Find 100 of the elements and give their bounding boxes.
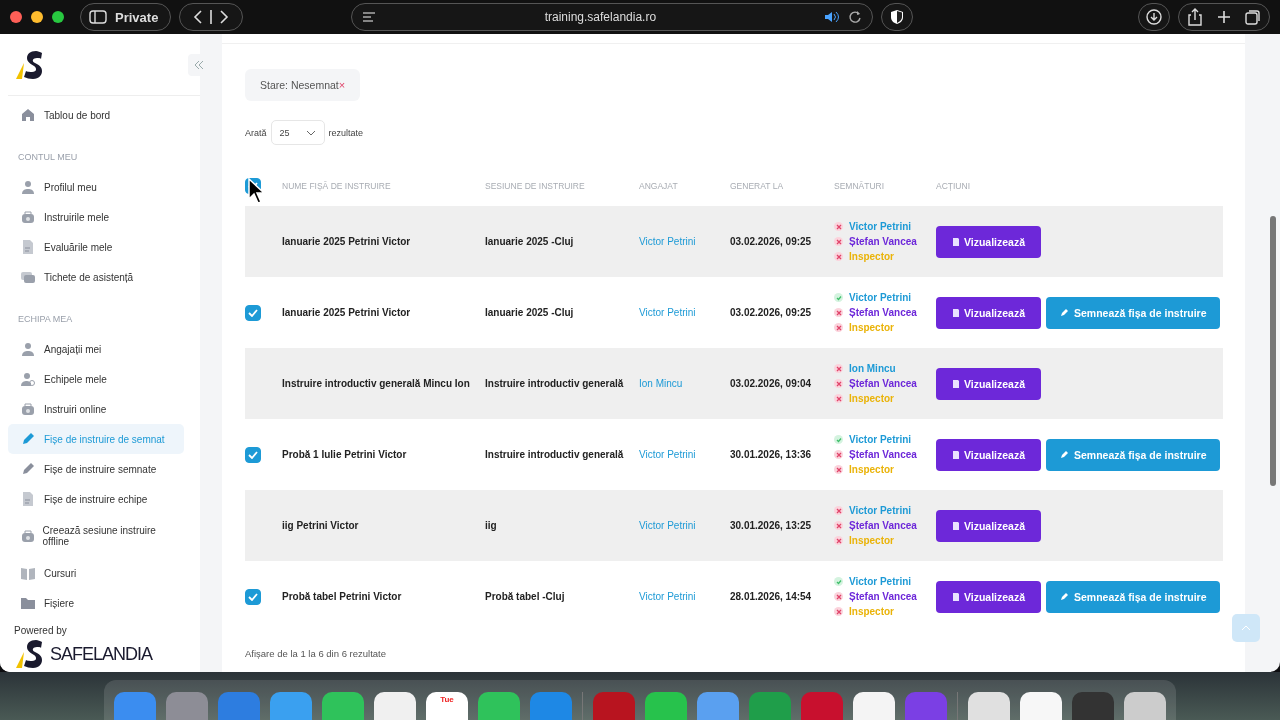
sidebar-item[interactable]: Instruirile mele (8, 202, 184, 232)
signer-name: Ștefan Vancea (849, 236, 917, 247)
document-icon (952, 236, 959, 247)
zoom-window-icon[interactable] (52, 11, 64, 23)
sidebar-toggle-icon (89, 10, 107, 24)
calendar-app-icon[interactable]: Tue (426, 692, 468, 720)
sidebar-item[interactable]: Angajații mei (8, 334, 184, 364)
reader-icon[interactable] (362, 11, 377, 23)
view-button[interactable]: Vizualizează (936, 509, 1041, 542)
sidebar-item[interactable]: Tichete de asistență (8, 262, 184, 292)
document-icon (952, 307, 959, 318)
scrollbar[interactable] (1270, 216, 1276, 486)
speaker-icon[interactable] (824, 11, 841, 23)
sidebar-item[interactable]: Fișe de instruire semnate (8, 454, 184, 484)
sidebar-item[interactable]: Profilul meu (8, 172, 184, 202)
table-cell-text: 30.01.2026, 13:25 (730, 520, 813, 531)
signer-name: Victor Petrini (849, 576, 912, 587)
column-header: NUME FIȘĂ DE INSTRUIRE (282, 181, 392, 191)
toolbar-buttons[interactable] (1178, 3, 1270, 31)
folder-icon (20, 595, 36, 611)
pen-icon (1060, 450, 1069, 459)
table-cell-text: 03.02.2026, 09:25 (730, 236, 813, 247)
view-button[interactable]: Vizualizează (936, 367, 1041, 400)
app-icon[interactable] (968, 692, 1010, 720)
sidebar-item[interactable]: Fișe de instruire echipe (8, 484, 184, 514)
document-icon (952, 591, 959, 602)
page-size-select[interactable]: 25 (270, 120, 325, 145)
chat-icon (20, 269, 36, 285)
signer-name: Ion Mincu (849, 363, 896, 374)
show-label: Arată (245, 127, 267, 138)
brand-name: SAFELANDIA (50, 643, 153, 665)
signer-name: Ștefan Vancea (849, 520, 917, 531)
table-cell-text: 28.01.2026, 14:54 (730, 591, 813, 602)
table-cell-text: Ianuarie 2025 -Cluj (485, 307, 575, 318)
minimize-window-icon[interactable] (31, 11, 43, 23)
new-tab-icon[interactable] (1217, 10, 1231, 24)
navigation-buttons[interactable] (179, 3, 244, 31)
signer-name: Inspector (849, 251, 894, 262)
column-header: ANGAJAT (639, 181, 679, 191)
share-icon[interactable] (1187, 8, 1203, 26)
view-button[interactable]: Vizualizează (936, 225, 1041, 258)
shield-icon[interactable] (881, 3, 914, 31)
tabs-overview-icon[interactable] (1245, 9, 1261, 25)
address-bar[interactable]: training.safelandia.ro (351, 3, 874, 31)
app-icon[interactable] (322, 692, 364, 720)
download-icon[interactable] (1138, 3, 1170, 31)
table-cell-text: Instruire introductiv generală (485, 449, 625, 460)
signer-name: Victor Petrini (849, 505, 912, 516)
app-icon[interactable] (374, 692, 416, 720)
signer-name: Inspector (849, 464, 894, 475)
private-tab-button[interactable]: Private (80, 3, 172, 31)
column-header: SESIUNE DE INSTRUIRE (485, 181, 586, 191)
team-icon (20, 371, 36, 387)
double-chevron-icon (194, 59, 204, 70)
reload-icon[interactable] (848, 10, 863, 24)
document-icon (20, 239, 36, 255)
sidebar-item[interactable]: Tablou de bord (8, 100, 184, 130)
app-icon[interactable] (478, 692, 520, 720)
view-button[interactable]: Vizualizează (936, 296, 1041, 329)
app-icon[interactable] (1124, 692, 1166, 720)
table-cell-text: Probă 1 Iulie Petrini Victor (282, 449, 408, 460)
table-cell-text: Probă tabel -Cluj (485, 591, 566, 602)
logo-icon (14, 638, 44, 670)
person-icon (20, 179, 36, 195)
signer-name: Victor Petrini (849, 292, 912, 303)
calendar-day: Tue (440, 692, 454, 720)
sidebar-item[interactable]: Instruiri online (8, 394, 184, 424)
checkbox[interactable] (245, 304, 261, 321)
book-icon (20, 565, 36, 581)
briefcase-icon (20, 401, 36, 417)
remove-filter-button[interactable]: × (338, 79, 346, 91)
document-icon (952, 449, 959, 460)
sidebar-item[interactable]: Creează sesiune instruire offline (8, 514, 184, 558)
section-heading: CONTUL MEU (17, 151, 79, 164)
briefcase-icon (20, 209, 36, 225)
table-cell-text: 03.02.2026, 09:04 (730, 378, 813, 389)
close-window-icon[interactable] (10, 11, 22, 23)
checkbox[interactable] (245, 446, 261, 463)
sidebar-item[interactable]: Evaluările mele (8, 232, 184, 262)
sidebar-item[interactable]: Echipele mele (8, 364, 184, 394)
app-icon[interactable] (645, 692, 687, 720)
app-icon[interactable] (853, 692, 895, 720)
signer-name: Inspector (849, 393, 894, 404)
column-header: GENERAT LA (730, 181, 785, 191)
view-button[interactable]: Vizualizează (936, 438, 1041, 471)
table-cell-text: iig Petrini Victor (282, 520, 360, 531)
table-cell-text: iig (485, 520, 498, 531)
sidebar-item[interactable]: Fișiere (8, 588, 184, 618)
signer-name: Ștefan Vancea (849, 307, 917, 318)
table-cell-text: Instruire introductiv generală (485, 378, 625, 389)
filter-label: Stare: Nesemnat (260, 79, 339, 91)
view-button[interactable]: Vizualizează (936, 580, 1041, 613)
column-header: SEMNĂTURI (834, 181, 886, 191)
person-icon (20, 341, 36, 357)
sidebar-item[interactable]: Cursuri (8, 558, 184, 588)
checkbox[interactable] (245, 588, 261, 605)
app-icon[interactable] (1020, 692, 1062, 720)
table-cell-text: Ianuarie 2025 Petrini Victor (282, 307, 412, 318)
signer-name: Victor Petrini (849, 221, 912, 232)
check-icon (248, 592, 258, 601)
